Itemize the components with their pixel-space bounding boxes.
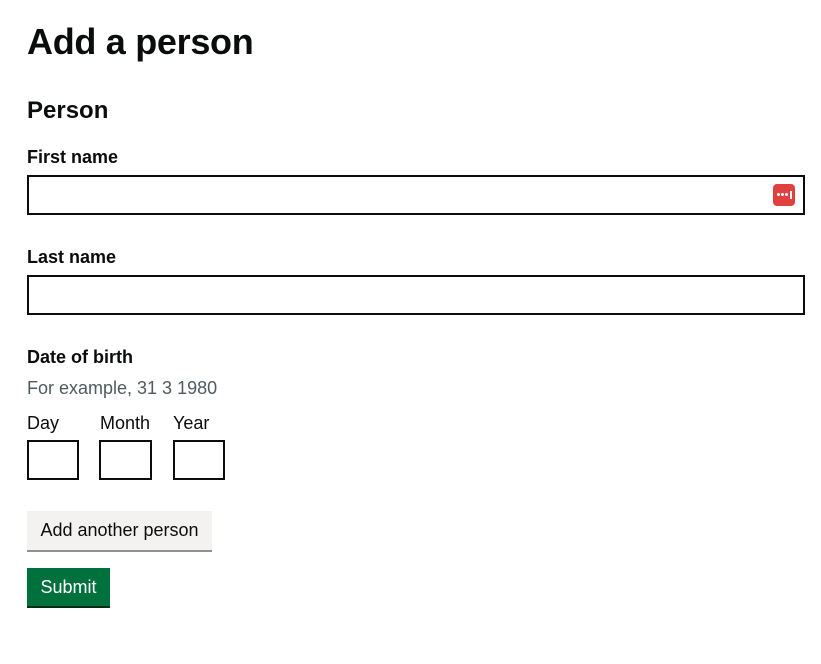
page-title: Add a person bbox=[27, 21, 254, 62]
section-title-person: Person bbox=[27, 97, 109, 124]
year-field[interactable] bbox=[173, 440, 225, 480]
last-name-field[interactable] bbox=[27, 275, 805, 315]
password-manager-icon[interactable] bbox=[773, 184, 795, 206]
last-name-label: Last name bbox=[27, 247, 117, 267]
year-label: Year bbox=[173, 413, 210, 433]
month-field[interactable] bbox=[99, 440, 152, 480]
add-another-person-button[interactable]: Add another person bbox=[27, 511, 212, 550]
submit-button[interactable]: Submit bbox=[27, 568, 110, 606]
date-of-birth-label: Date of birth bbox=[27, 347, 133, 367]
first-name-field[interactable] bbox=[27, 175, 805, 215]
first-name-label: First name bbox=[27, 147, 119, 167]
month-label: Month bbox=[100, 413, 151, 433]
day-field[interactable] bbox=[27, 440, 79, 480]
page: Add a person Person First name Last name… bbox=[0, 0, 821, 664]
date-of-birth-hint: For example, 31 3 1980 bbox=[27, 378, 218, 398]
day-label: Day bbox=[27, 413, 60, 433]
